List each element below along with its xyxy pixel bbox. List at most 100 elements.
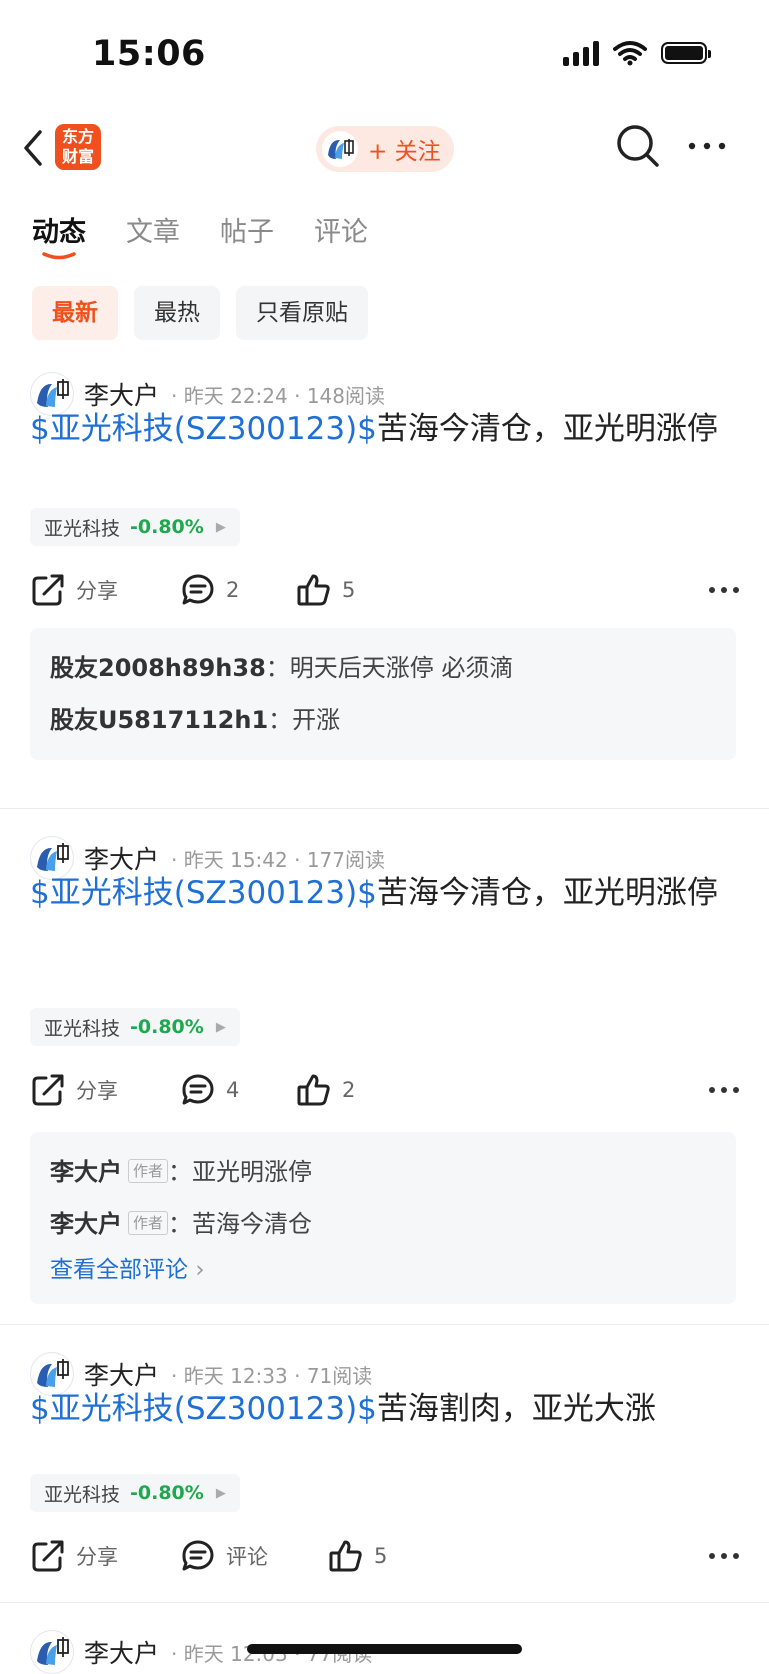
play-arrow-icon: ▶ <box>215 1485 226 1501</box>
app-logo[interactable]: 东方 财富 <box>55 124 101 170</box>
user-avatar <box>322 131 358 167</box>
like-button[interactable]: 5 <box>328 1534 387 1578</box>
stock-reference-link[interactable]: $亚光科技(SZ300123)$ <box>30 875 377 911</box>
profile-tabs: 动态 文章 帖子 评论 <box>32 210 368 260</box>
post-time: 昨天 12:33 <box>183 1363 288 1388</box>
follow-button[interactable]: + 关注 <box>316 126 454 172</box>
post-body[interactable]: $亚光科技(SZ300123)$苦海今清仓，亚光明涨停 <box>30 406 730 452</box>
chevron-right-icon: › <box>195 1257 205 1283</box>
stock-tag[interactable]: 亚光科技 -0.80% ▶ <box>30 1474 240 1512</box>
tab-active-indicator <box>42 252 76 260</box>
comment-button[interactable]: 2 <box>180 568 239 612</box>
tab-articles[interactable]: 文章 <box>126 210 180 249</box>
back-arrow-icon[interactable] <box>18 126 48 170</box>
comment-preview[interactable]: 股友2008h89h38：明天后天涨停 必须滴 股友U5817112h1：开涨 <box>30 628 736 760</box>
filter-original-only[interactable]: 只看原贴 <box>236 286 368 340</box>
comment-separator: ： <box>268 706 293 734</box>
commenter-name[interactable]: 股友2008h89h38 <box>50 654 266 682</box>
comment-text: 开涨 <box>292 706 341 734</box>
comment-icon <box>182 1540 214 1571</box>
more-options-icon[interactable] <box>686 134 728 158</box>
post-text: 苦海今清仓，亚光明涨停 <box>376 411 718 447</box>
comment-text: 苦海今清仓 <box>192 1210 313 1238</box>
commenter-name[interactable]: 股友U5817112h1 <box>50 706 268 734</box>
view-all-label: 查看全部评论 <box>50 1257 188 1283</box>
battery-icon <box>661 42 711 64</box>
more-options-icon[interactable] <box>708 576 740 604</box>
comment-button[interactable]: 评论 <box>180 1534 268 1578</box>
comment-text: 亚光明涨停 <box>192 1158 313 1186</box>
commenter-name[interactable]: 李大户 <box>50 1158 122 1186</box>
stock-tag-change: -0.80% <box>130 1016 204 1038</box>
commenter-name[interactable]: 李大户 <box>50 1210 122 1238</box>
tab-dynamics[interactable]: 动态 <box>32 210 86 260</box>
comment-item: 股友2008h89h38：明天后天涨停 必须滴 <box>50 642 716 694</box>
more-options-icon[interactable] <box>708 1076 740 1104</box>
comment-count: 4 <box>226 1078 240 1102</box>
user-avatar[interactable] <box>30 1630 74 1674</box>
comment-item: 股友U5817112h1：开涨 <box>50 694 716 746</box>
view-all-comments-link[interactable]: 查看全部评论 › <box>50 1250 716 1290</box>
tab-label: 文章 <box>126 217 180 248</box>
comment-item: 李大户 作者 ：苦海今清仓 <box>50 1198 716 1250</box>
tab-comments[interactable]: 评论 <box>314 210 368 249</box>
share-button[interactable]: 分享 <box>30 1534 118 1578</box>
post-reads: 71阅读 <box>306 1363 373 1388</box>
wifi-icon <box>613 41 647 66</box>
stock-tag-change: -0.80% <box>130 516 204 538</box>
post-time: 昨天 15:42 <box>183 847 288 872</box>
post-meta: · 昨天 12:33 · 71阅读 <box>171 1363 373 1388</box>
share-button[interactable]: 分享 <box>30 1068 118 1112</box>
comment-count: 2 <box>226 578 240 602</box>
status-time: 15:06 <box>92 34 206 74</box>
home-indicator[interactable] <box>247 1644 522 1654</box>
share-label: 分享 <box>76 1545 118 1569</box>
post-actions: 分享 4 2 <box>30 1068 740 1112</box>
comment-separator: ： <box>168 1210 193 1238</box>
tab-label: 动态 <box>32 217 86 248</box>
stock-tag[interactable]: 亚光科技 -0.80% ▶ <box>30 508 240 546</box>
comment-icon <box>182 574 214 605</box>
comment-text: 明天后天涨停 必须滴 <box>289 654 514 682</box>
thumbs-up-icon <box>297 574 330 606</box>
follow-label: + 关注 <box>368 139 441 165</box>
like-button[interactable]: 5 <box>296 568 355 612</box>
stock-tag[interactable]: 亚光科技 -0.80% ▶ <box>30 1008 240 1046</box>
comment-preview[interactable]: 李大户 作者 ：亚光明涨停 李大户 作者 ：苦海今清仓 查看全部评论 › <box>30 1132 736 1304</box>
more-options-icon[interactable] <box>708 1542 740 1570</box>
post-body[interactable]: $亚光科技(SZ300123)$苦海今清仓，亚光明涨停 <box>30 870 730 916</box>
share-icon <box>32 574 64 606</box>
like-button[interactable]: 2 <box>296 1068 355 1112</box>
post-reads: 177阅读 <box>306 847 385 872</box>
stock-tag-name: 亚光科技 <box>44 517 121 540</box>
share-button[interactable]: 分享 <box>30 568 118 612</box>
filter-latest[interactable]: 最新 <box>32 286 118 340</box>
tab-label: 评论 <box>314 217 368 248</box>
post-divider <box>0 1324 769 1325</box>
play-arrow-icon: ▶ <box>215 519 226 535</box>
status-icons <box>563 40 711 66</box>
comment-item: 李大户 作者 ：亚光明涨停 <box>50 1146 716 1198</box>
comment-button[interactable]: 4 <box>180 1068 239 1112</box>
stock-tag-name: 亚光科技 <box>44 1017 121 1040</box>
post-text: 苦海今清仓，亚光明涨停 <box>376 875 718 911</box>
author-badge: 作者 <box>128 1159 169 1183</box>
post-meta: · 昨天 22:24 · 148阅读 <box>171 383 385 408</box>
post-time: 昨天 22:24 <box>183 383 288 408</box>
like-count: 5 <box>374 1544 388 1568</box>
tab-posts[interactable]: 帖子 <box>220 210 274 249</box>
post-actions: 分享 评论 5 <box>30 1534 740 1578</box>
stock-reference-link[interactable]: $亚光科技(SZ300123)$ <box>30 1391 377 1427</box>
post-body[interactable]: $亚光科技(SZ300123)$苦海割肉，亚光大涨 <box>30 1386 730 1432</box>
filter-hottest[interactable]: 最热 <box>134 286 220 340</box>
stock-reference-link[interactable]: $亚光科技(SZ300123)$ <box>30 411 377 447</box>
post-divider <box>0 1602 769 1603</box>
signal-icon <box>563 40 599 66</box>
search-icon[interactable] <box>614 122 662 170</box>
logo-line-1: 东方 <box>61 127 94 146</box>
comment-separator: ： <box>265 654 290 682</box>
filter-chips: 最新 最热 只看原贴 <box>32 286 368 340</box>
share-icon <box>32 1074 64 1106</box>
share-icon <box>32 1540 64 1572</box>
stock-tag-name: 亚光科技 <box>44 1483 121 1506</box>
